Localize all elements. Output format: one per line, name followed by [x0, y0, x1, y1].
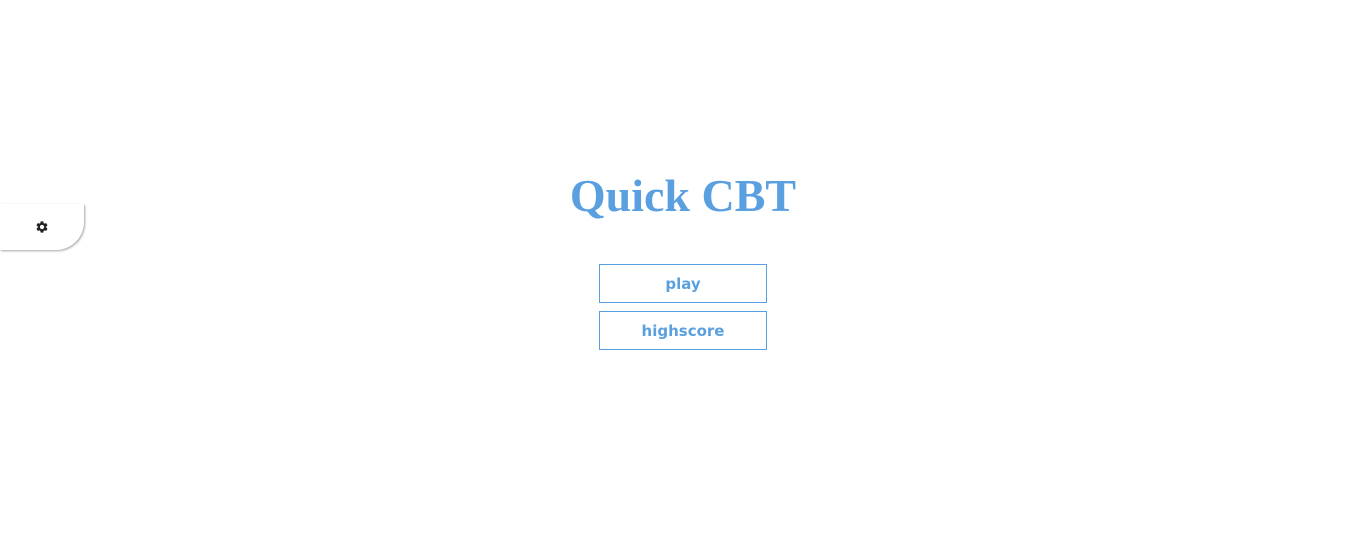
- play-button[interactable]: play: [599, 264, 767, 303]
- page-title: Quick CBT: [569, 170, 797, 221]
- highscore-button[interactable]: highscore: [599, 311, 767, 350]
